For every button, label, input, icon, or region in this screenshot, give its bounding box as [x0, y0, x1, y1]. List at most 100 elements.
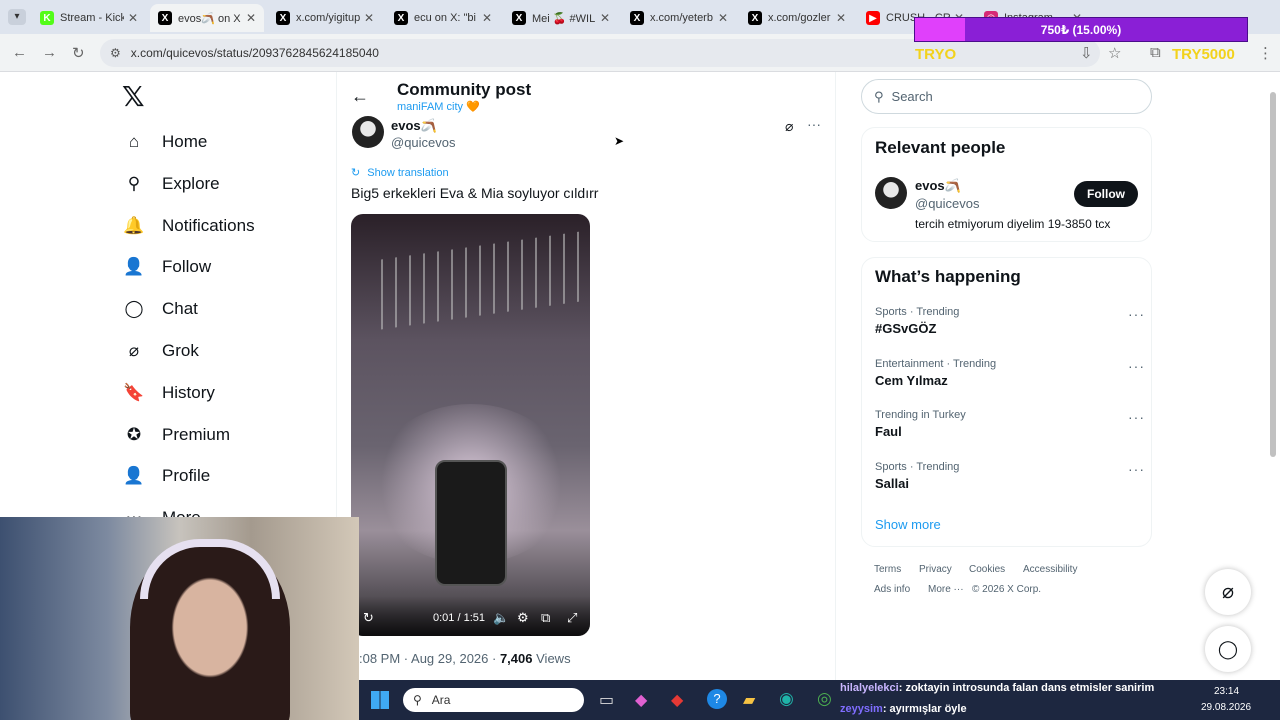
trend-item[interactable]: Trending in Turkey Faul ··· — [875, 409, 1145, 449]
person-avatar[interactable] — [875, 177, 907, 209]
follow-button[interactable]: Follow — [1074, 181, 1138, 207]
chat-bubble-icon: ◯ — [1217, 639, 1239, 659]
forward-icon[interactable]: → — [42, 44, 57, 61]
extensions-icon[interactable]: ⧉ — [1150, 44, 1161, 61]
sidebar-item-label: Profile — [162, 466, 211, 486]
x-logo[interactable]: 𝕏 — [122, 80, 145, 113]
trend-more-icon[interactable]: ··· — [1128, 358, 1145, 374]
help-icon[interactable]: ? — [707, 689, 727, 709]
tray-date[interactable]: 29.08.2026 — [1201, 702, 1251, 713]
browser-tab[interactable]: X Mei 🍒 #WIL ✕ — [504, 4, 618, 32]
footer-link[interactable]: Ads info — [874, 584, 910, 595]
tray-time[interactable]: 23:14 — [1214, 686, 1239, 697]
tab-close-icon[interactable]: ✕ — [718, 11, 728, 25]
post-text: Big5 erkekleri Eva & Mia soyluyor cıldır… — [351, 185, 599, 201]
bell-icon: 🔔 — [123, 215, 145, 235]
trend-item[interactable]: Sports · Trending Sallai ··· — [875, 461, 1145, 501]
pip-icon[interactable]: ⧉ — [541, 610, 550, 626]
tab-close-icon[interactable]: ✕ — [836, 11, 846, 25]
trend-item[interactable]: Sports · Trending #GSvGÖZ ··· — [875, 306, 1145, 346]
app-red-icon[interactable]: ◆ — [671, 690, 683, 710]
browser-tab[interactable]: K Stream - Kick ✕ — [32, 4, 146, 32]
footer-link[interactable]: Cookies — [969, 564, 1005, 575]
taskbar-search-placeholder: Ara — [431, 693, 451, 707]
trend-more-icon[interactable]: ··· — [1128, 461, 1145, 477]
settings-icon[interactable]: ⚙ — [517, 610, 529, 626]
reload-icon[interactable]: ↻ — [72, 44, 85, 62]
sidebar-item-chat[interactable]: ◯ Chat — [122, 291, 197, 327]
footer-link[interactable]: More ··· — [928, 584, 964, 595]
sidebar-item-label: Notifications — [162, 215, 255, 235]
browser-tab[interactable]: Xecu on X: "bi ✕ — [386, 4, 500, 32]
grok-icon: ⌀ — [1221, 581, 1235, 603]
person-name[interactable]: evos🪃 — [915, 178, 961, 194]
sidebar-item-history[interactable]: 🔖 History — [122, 375, 215, 411]
person-icon: 👤 — [123, 466, 145, 486]
grok-icon[interactable]: ⌀ — [785, 118, 793, 135]
person-handle[interactable]: @quicevos — [915, 196, 980, 211]
trend-item[interactable]: Entertainment · Trending Cem Yılmaz ··· — [875, 358, 1145, 398]
person-plus-icon: 👤 — [123, 257, 145, 277]
author-handle[interactable]: @quicevos — [391, 135, 456, 150]
footer-link[interactable]: © 2026 X Corp. — [972, 584, 1041, 595]
phone-in-video — [435, 460, 507, 586]
chat-username: hilalyelekci — [840, 682, 899, 694]
file-explorer-icon[interactable]: ▰ — [743, 690, 755, 710]
search-box[interactable]: ⚲ Search — [861, 79, 1152, 114]
browser-tab[interactable]: Xx.com/yigitup ✕ — [268, 4, 382, 32]
sidebar-item-profile[interactable]: 👤 Profile — [122, 458, 210, 494]
trend-category: Entertainment · Trending — [875, 357, 997, 370]
copilot-icon[interactable]: ◆ — [635, 690, 647, 710]
fullscreen-icon[interactable]: ⤢ — [567, 610, 577, 626]
replay-icon[interactable]: ↻ — [363, 610, 374, 626]
browser-tab[interactable]: Xx.com/yeterb ✕ — [622, 4, 736, 32]
author-name[interactable]: evos🪃 — [391, 118, 437, 134]
tab-close-icon[interactable]: ✕ — [482, 11, 492, 25]
taskbar-search[interactable]: ⚲ Ara — [403, 688, 584, 712]
sidebar-item-home[interactable]: ⌂ Home — [122, 124, 208, 160]
show-more-link[interactable]: Show more — [875, 517, 941, 532]
tab-close-icon[interactable]: ✕ — [246, 11, 256, 25]
tab-close-icon[interactable]: ✕ — [128, 11, 138, 25]
footer-link[interactable]: Terms — [874, 564, 901, 575]
site-info-icon[interactable]: ⚙ — [110, 46, 121, 60]
volume-icon[interactable]: 🔈 — [493, 610, 509, 626]
tab-close-icon[interactable]: ✕ — [600, 11, 610, 25]
messages-float-button[interactable]: ◯ — [1205, 626, 1251, 672]
donation-goal-bar: 750₺ (15.00%) — [914, 17, 1248, 42]
page-scrollbar[interactable] — [1270, 92, 1276, 457]
trend-more-icon[interactable]: ··· — [1128, 306, 1145, 322]
relevant-people-title: Relevant people — [875, 138, 1006, 157]
bookmark-star-icon[interactable]: ☆ — [1108, 44, 1121, 62]
back-icon[interactable]: ← — [12, 44, 27, 61]
sidebar-item-grok[interactable]: ⌀ Grok — [122, 333, 199, 369]
show-translation-label: Show translation — [367, 167, 449, 179]
tab-close-icon[interactable]: ✕ — [364, 11, 374, 25]
install-icon[interactable]: ⇩ — [1080, 44, 1093, 62]
show-translation-link[interactable]: ↻ Show translation — [351, 166, 449, 179]
back-arrow-icon[interactable]: ← — [351, 86, 369, 107]
post-date[interactable]: Aug 29, 2026 — [411, 651, 488, 666]
community-name[interactable]: maniFAM city 🧡 — [397, 100, 480, 113]
footer-link[interactable]: Privacy — [919, 564, 952, 575]
grok-float-button[interactable]: ⌀ — [1205, 569, 1251, 615]
sidebar-item-premium[interactable]: ✪ Premium — [122, 417, 230, 453]
author-avatar[interactable] — [352, 116, 384, 148]
search-icon: ⚲ — [874, 88, 884, 104]
trend-more-icon[interactable]: ··· — [1128, 409, 1145, 425]
browser-tab[interactable]: Xevos🪃 on X ✕ — [150, 4, 264, 32]
chrome-icon[interactable]: ◎ — [817, 689, 832, 709]
menu-icon[interactable]: ⋮ — [1258, 44, 1273, 62]
sidebar-item-explore[interactable]: ⚲ Explore — [122, 166, 220, 202]
tab-search-button[interactable]: ▾ — [8, 9, 26, 25]
edge-icon[interactable]: ◉ — [779, 689, 794, 709]
more-options-icon[interactable]: ··· — [807, 116, 821, 132]
sidebar-item-follow[interactable]: 👤 Follow — [122, 249, 211, 285]
task-view-icon[interactable]: ▭ — [599, 690, 614, 710]
browser-tab[interactable]: Xx.com/gozler ✕ — [740, 4, 854, 32]
sidebar-item-notifications[interactable]: 🔔 Notifications — [122, 208, 255, 244]
start-icon[interactable] — [371, 691, 389, 709]
tab-favicon-icon: X — [748, 11, 762, 25]
footer-link[interactable]: Accessibility — [1023, 564, 1077, 575]
video-player[interactable]: ↻ 0:01 / 1:51 🔈 ⚙ ⧉ ⤢ — [351, 214, 590, 636]
